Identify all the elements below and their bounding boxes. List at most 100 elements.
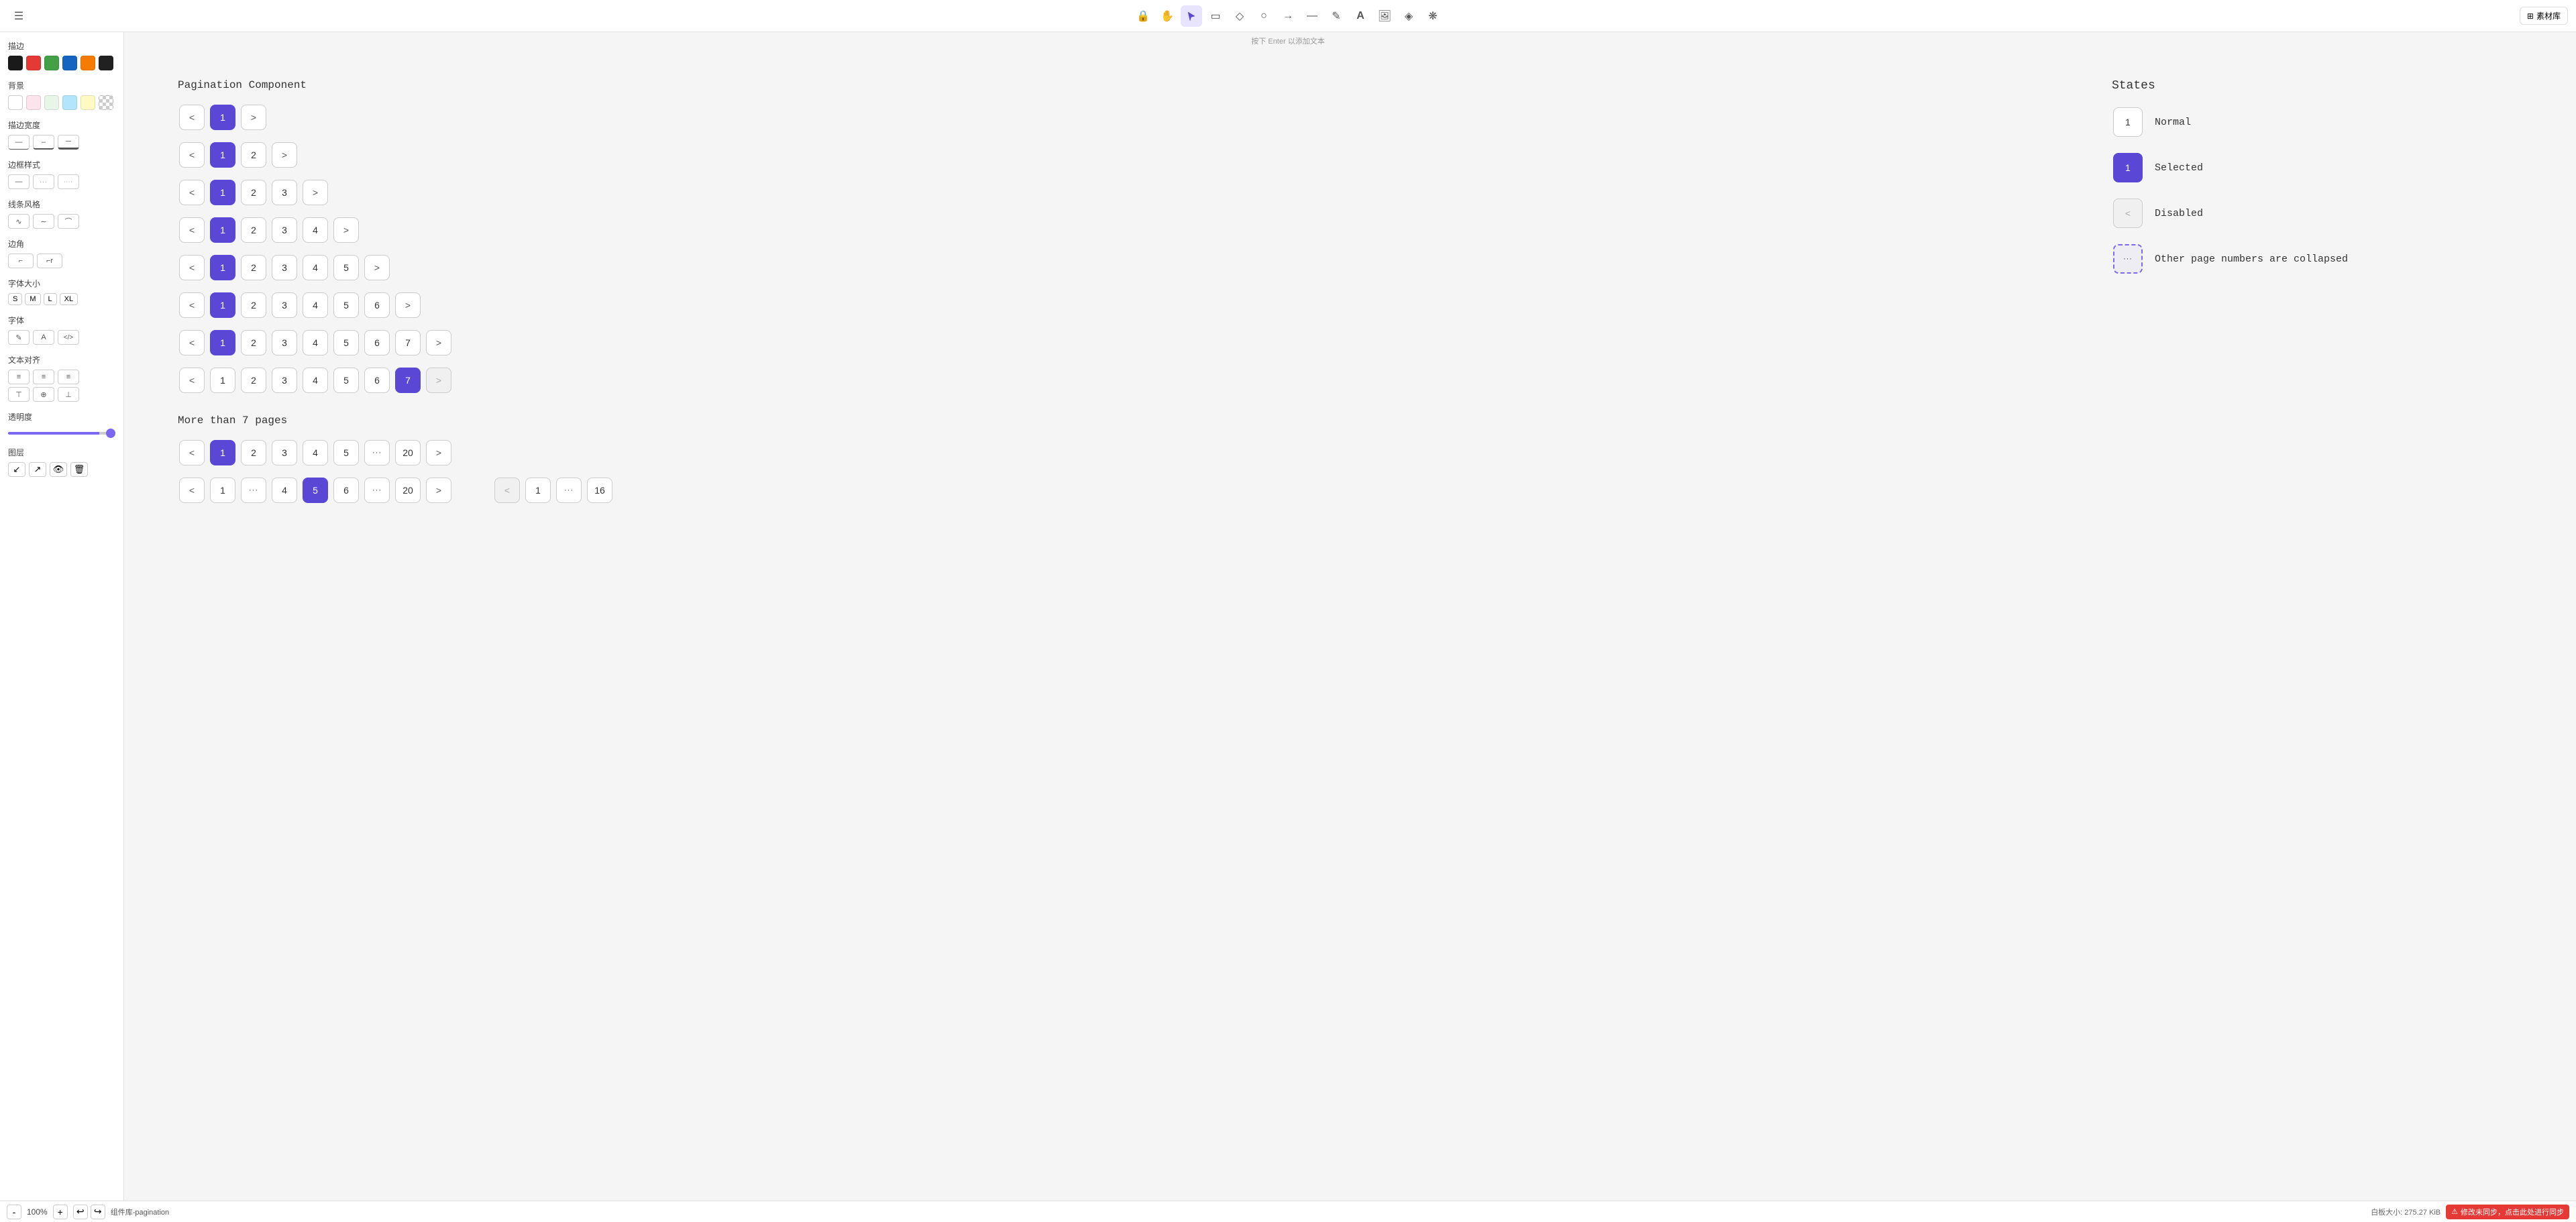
stroke-color-black[interactable] <box>8 56 23 70</box>
pag-page-6-6[interactable]: 6 <box>364 292 390 318</box>
corner-sharp[interactable]: ⌐ <box>8 254 34 268</box>
pag-next-1[interactable]: > <box>241 105 266 130</box>
more-collapse-2b[interactable]: ··· <box>364 478 390 503</box>
pag-prev-5[interactable]: < <box>179 255 205 280</box>
more-page-3-16[interactable]: 16 <box>587 478 612 503</box>
more-next-2[interactable]: > <box>426 478 451 503</box>
hand-tool[interactable]: ✋ <box>1157 5 1178 27</box>
pag-page-7-6[interactable]: 6 <box>364 330 390 355</box>
pag-page-7-7[interactable]: 7 <box>395 330 421 355</box>
stroke-color-darkgray[interactable] <box>99 56 113 70</box>
stroke-color-orange[interactable] <box>80 56 95 70</box>
pag-page-4-2[interactable]: 2 <box>241 217 266 243</box>
layer-delete[interactable]: 🗑 <box>70 462 88 477</box>
pag-page-7-5[interactable]: 5 <box>333 330 359 355</box>
bg-color-lightblue[interactable] <box>62 95 77 110</box>
pag-page-3-2[interactable]: 2 <box>241 180 266 205</box>
more-page-1-2[interactable]: 2 <box>241 440 266 465</box>
pag-page-6-4[interactable]: 4 <box>303 292 328 318</box>
pag-page-8-3[interactable]: 3 <box>272 368 297 393</box>
state-collapsed-btn[interactable]: ··· <box>2113 244 2143 274</box>
pag-page-8-5[interactable]: 5 <box>333 368 359 393</box>
more-page-2-4[interactable]: 4 <box>272 478 297 503</box>
align-right[interactable]: ≡ <box>58 370 79 384</box>
pag-page-6-5[interactable]: 5 <box>333 292 359 318</box>
line-wave1[interactable]: ∿ <box>8 214 30 229</box>
pag-page-5-4[interactable]: 4 <box>303 255 328 280</box>
pag-page-8-2[interactable]: 2 <box>241 368 266 393</box>
pag-page-6-2[interactable]: 2 <box>241 292 266 318</box>
redo-btn[interactable]: ↪ <box>91 1205 105 1219</box>
more-prev-2[interactable]: < <box>179 478 205 503</box>
pag-page-5-2[interactable]: 2 <box>241 255 266 280</box>
font-italic[interactable]: ✎ <box>8 330 30 345</box>
line-arc[interactable]: ⌒ <box>58 214 79 229</box>
pag-page-8-6[interactable]: 6 <box>364 368 390 393</box>
pag-page-3-1[interactable]: 1 <box>210 180 235 205</box>
more-page-3-1[interactable]: 1 <box>525 478 551 503</box>
font-size-l[interactable]: L <box>44 293 57 305</box>
state-normal-btn[interactable]: 1 <box>2113 107 2143 137</box>
pag-prev-3[interactable]: < <box>179 180 205 205</box>
sync-button[interactable]: ⚠ 修改未同步，点击此处进行同步 <box>2446 1205 2569 1219</box>
font-serif[interactable]: A <box>33 330 54 345</box>
pag-page-6-3[interactable]: 3 <box>272 292 297 318</box>
layer-visibility[interactable]: 👁 <box>50 462 67 477</box>
pag-page-4-4[interactable]: 4 <box>303 217 328 243</box>
text-tool[interactable]: A <box>1350 5 1371 27</box>
state-disabled-btn[interactable]: < <box>2113 199 2143 228</box>
line-tool[interactable]: — <box>1301 5 1323 27</box>
pag-prev-6[interactable]: < <box>179 292 205 318</box>
rect-tool[interactable]: ▭ <box>1205 5 1226 27</box>
pag-page-4-3[interactable]: 3 <box>272 217 297 243</box>
eraser-tool[interactable]: ◈ <box>1398 5 1419 27</box>
asset-library-button[interactable]: ⊞ 素材库 <box>2520 7 2568 25</box>
pag-next-5[interactable]: > <box>364 255 390 280</box>
pag-page-8-7[interactable]: 7 <box>395 368 421 393</box>
zoom-minus-btn[interactable]: - <box>7 1205 21 1219</box>
more-page-1-3[interactable]: 3 <box>272 440 297 465</box>
pag-page-7-1[interactable]: 1 <box>210 330 235 355</box>
stroke-color-red[interactable] <box>26 56 41 70</box>
pag-page-7-3[interactable]: 3 <box>272 330 297 355</box>
menu-button[interactable]: ☰ <box>8 5 30 27</box>
undo-btn[interactable]: ↩ <box>73 1205 88 1219</box>
pag-page-8-1[interactable]: 1 <box>210 368 235 393</box>
arrow-tool[interactable]: → <box>1277 5 1299 27</box>
more-prev-1[interactable]: < <box>179 440 205 465</box>
pag-page-4-1[interactable]: 1 <box>210 217 235 243</box>
more-page-1-5[interactable]: 5 <box>333 440 359 465</box>
bg-color-lightgreen[interactable] <box>44 95 59 110</box>
pag-next-7[interactable]: > <box>426 330 451 355</box>
bg-color-transparent[interactable] <box>99 95 113 110</box>
font-size-s[interactable]: S <box>8 293 22 305</box>
stroke-medium[interactable]: – <box>33 135 54 150</box>
more-page-2-1[interactable]: 1 <box>210 478 235 503</box>
pag-next-2[interactable]: > <box>272 142 297 168</box>
pag-page-5-1[interactable]: 1 <box>210 255 235 280</box>
stroke-color-green[interactable] <box>44 56 59 70</box>
bg-color-lightyellow[interactable] <box>80 95 95 110</box>
bg-color-pink[interactable] <box>26 95 41 110</box>
valign-top[interactable]: ⊤ <box>8 387 30 402</box>
more-collapse-2a[interactable]: ··· <box>241 478 266 503</box>
pag-page-5-5[interactable]: 5 <box>333 255 359 280</box>
font-size-m[interactable]: M <box>25 293 40 305</box>
more-collapse-1[interactable]: ··· <box>364 440 390 465</box>
more-page-1-1[interactable]: 1 <box>210 440 235 465</box>
pag-next-4[interactable]: > <box>333 217 359 243</box>
font-size-xl[interactable]: XL <box>60 293 78 305</box>
pen-tool[interactable]: ✎ <box>1326 5 1347 27</box>
cursor-tool[interactable] <box>1181 5 1202 27</box>
pag-prev-7[interactable]: < <box>179 330 205 355</box>
align-left[interactable]: ≡ <box>8 370 30 384</box>
layer-front[interactable]: ↗ <box>29 462 46 477</box>
pag-page-1-1[interactable]: 1 <box>210 105 235 130</box>
more-page-2-20[interactable]: 20 <box>395 478 421 503</box>
border-dashed[interactable]: ··· <box>33 174 54 189</box>
lock-tool[interactable]: 🔒 <box>1132 5 1154 27</box>
component-tool[interactable]: ❋ <box>1422 5 1444 27</box>
more-prev-3[interactable]: < <box>494 478 520 503</box>
stroke-color-blue[interactable] <box>62 56 77 70</box>
layer-back[interactable]: ↙ <box>8 462 25 477</box>
